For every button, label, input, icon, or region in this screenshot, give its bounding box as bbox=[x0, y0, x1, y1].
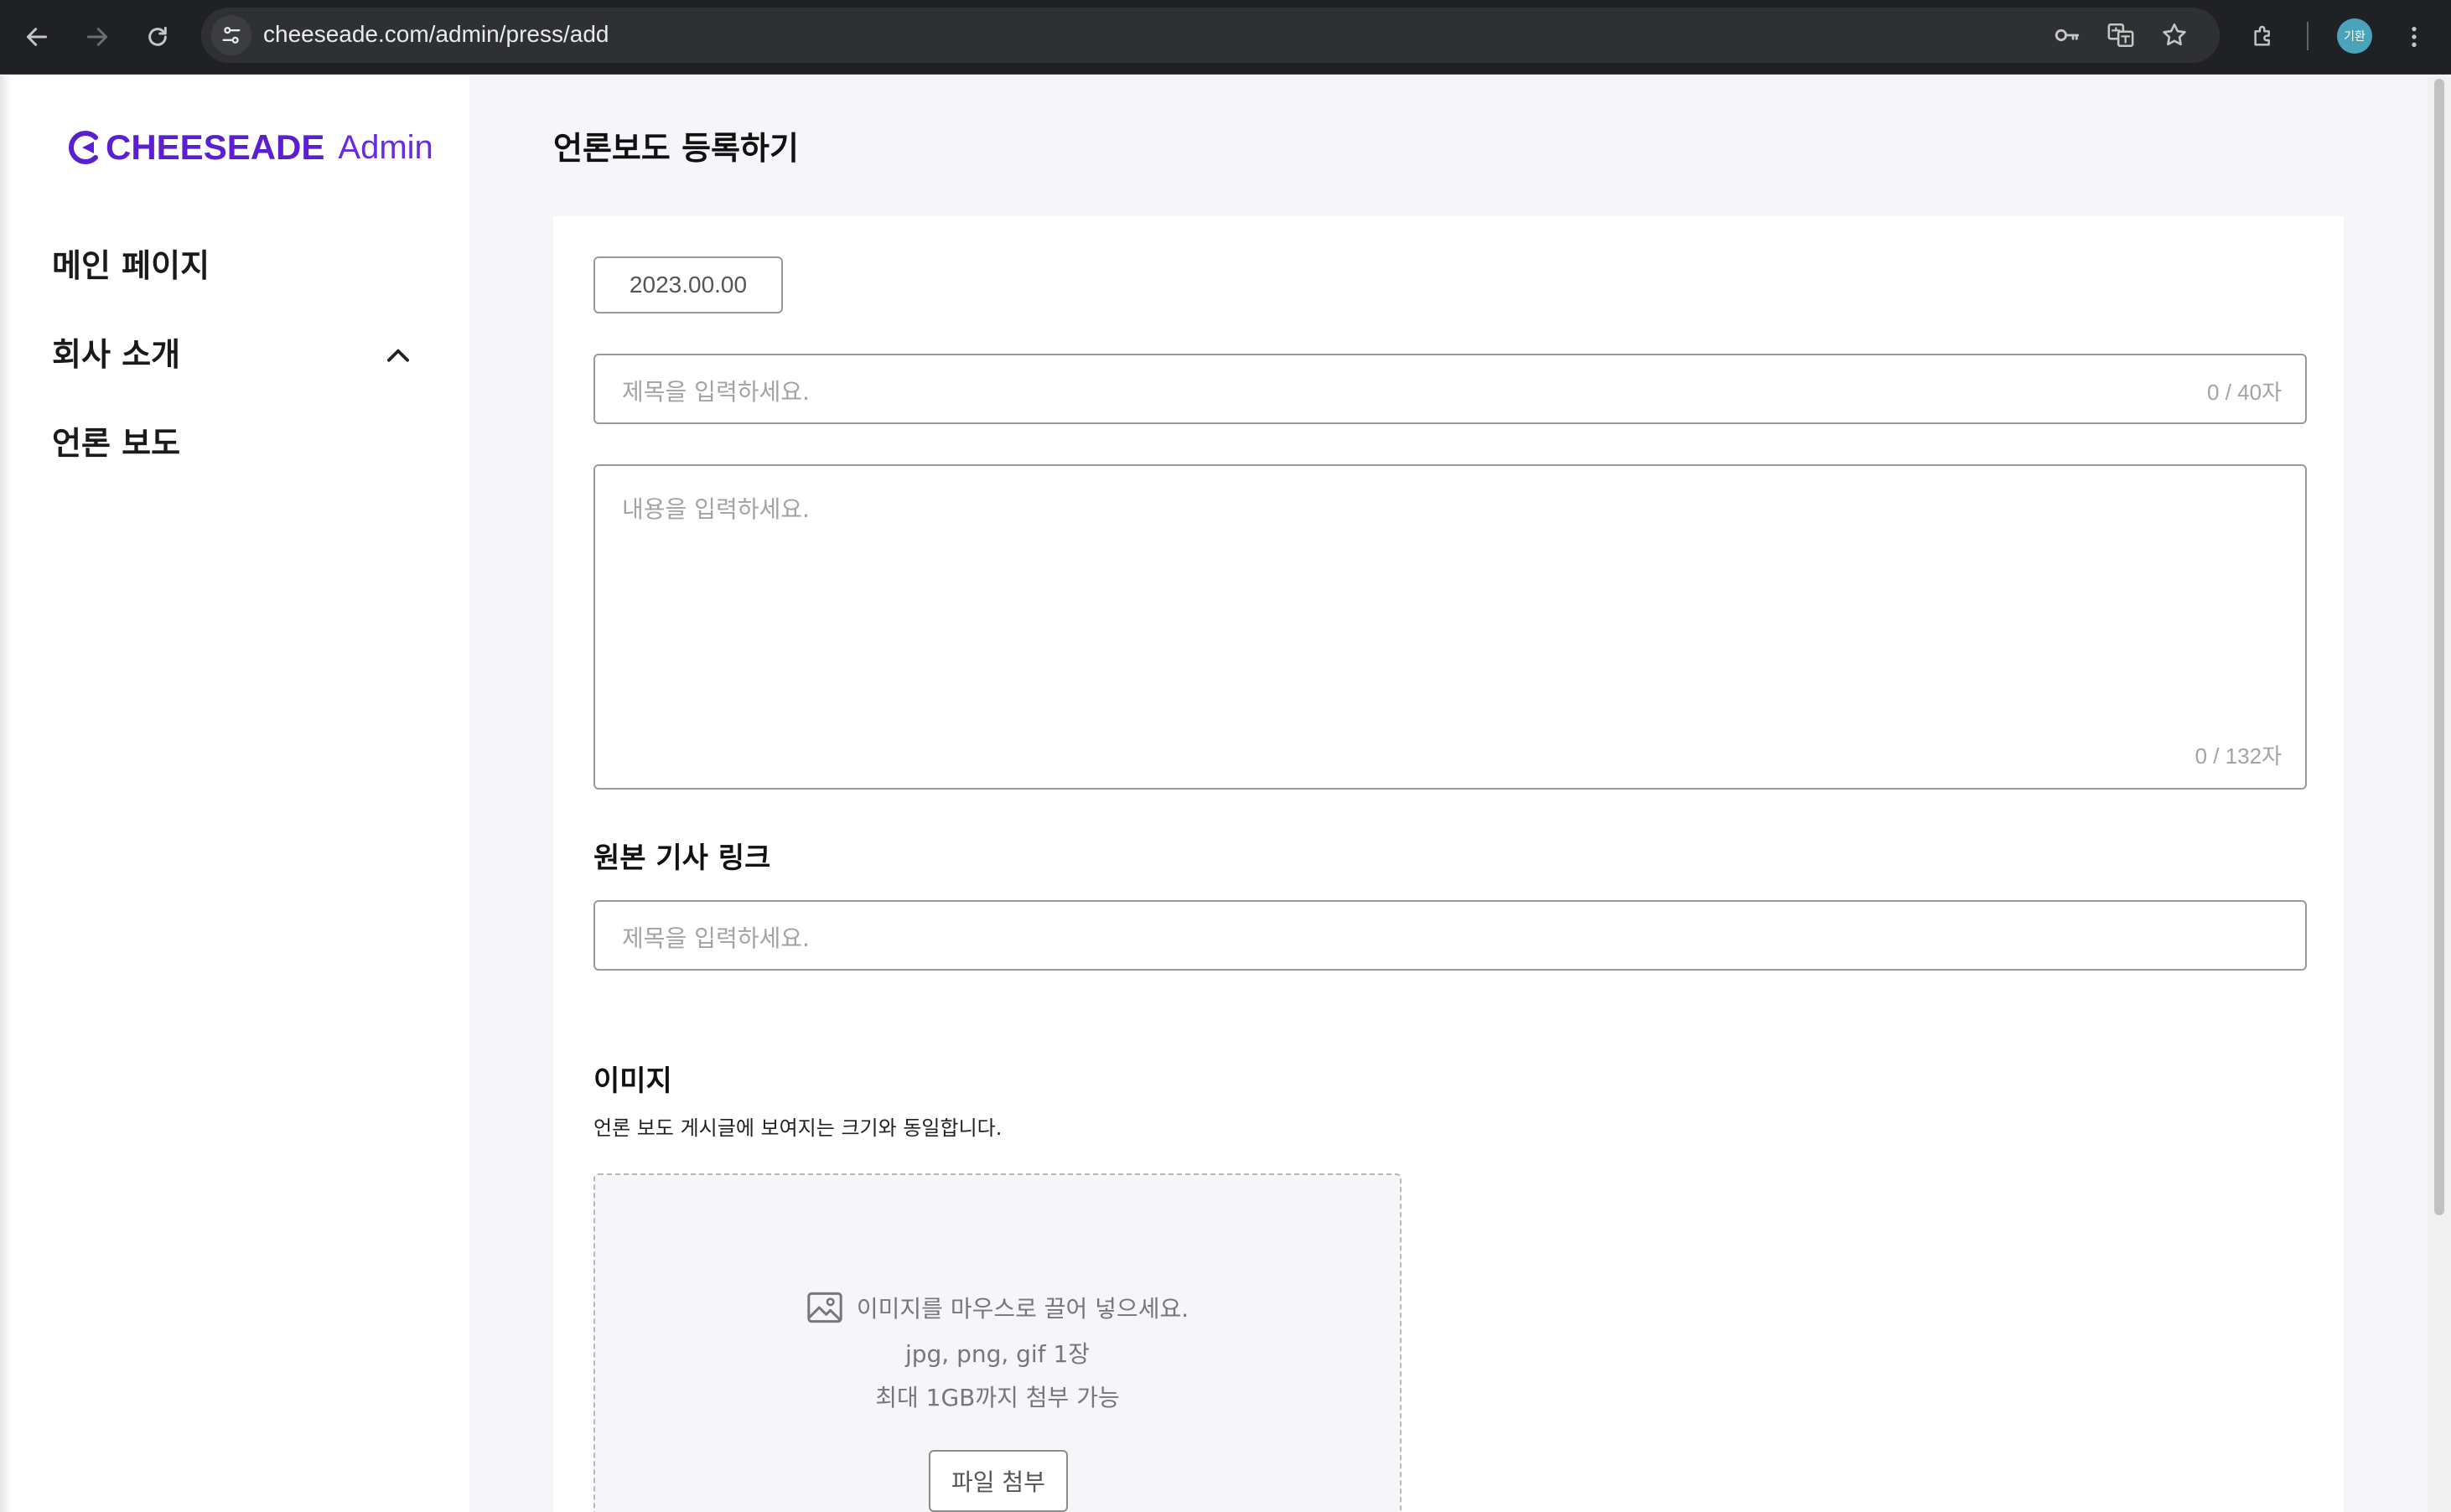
main-content: 언론보도 등록하기 2023.00.00 제목을 입력하세요. 0 / 40자 … bbox=[469, 75, 2428, 1512]
forward-icon bbox=[86, 28, 108, 46]
title-char-counter: 0 / 40자 bbox=[2207, 380, 2282, 405]
admin-sidebar: CHEESEADE Admin 메인 페이지 회사 소개 언론 보도 bbox=[0, 75, 469, 1512]
address-bar[interactable]: cheeseade.com/admin/press/add bbox=[201, 8, 2220, 63]
browser-toolbar: cheeseade.com/admin/press/add 기환 bbox=[0, 0, 2451, 75]
logo-admin-label: Admin bbox=[338, 128, 433, 166]
site-info-button[interactable] bbox=[211, 15, 251, 55]
site-info-icon bbox=[222, 27, 241, 44]
page-scrollbar[interactable] bbox=[2428, 75, 2451, 1512]
title-input[interactable]: 제목을 입력하세요. 0 / 40자 bbox=[593, 354, 2307, 424]
content-textarea[interactable]: 내용을 입력하세요. 0 / 132자 bbox=[593, 464, 2307, 790]
back-icon bbox=[26, 28, 48, 46]
cheeseade-logo-icon bbox=[68, 131, 98, 164]
press-form-card: 2023.00.00 제목을 입력하세요. 0 / 40자 내용을 입력하세요.… bbox=[553, 216, 2344, 1512]
original-link-input[interactable]: 제목을 입력하세요. bbox=[593, 900, 2307, 971]
image-dropzone[interactable]: 이미지를 마우스로 끌어 넣으세요. jpg, png, gif 1장 최대 1… bbox=[593, 1173, 1402, 1512]
sidebar-item-main-page[interactable]: 메인 페이지 bbox=[52, 240, 210, 286]
password-key-icon bbox=[2055, 28, 2080, 42]
link-placeholder: 제목을 입력하세요. bbox=[622, 924, 810, 952]
translate-icon bbox=[2107, 23, 2134, 48]
page-title: 언론보도 등록하기 bbox=[553, 130, 799, 167]
reload-icon bbox=[148, 26, 167, 46]
sidebar-item-press[interactable]: 언론 보도 bbox=[52, 417, 180, 463]
content-char-counter: 0 / 132자 bbox=[2194, 743, 2282, 769]
content-placeholder: 내용을 입력하세요. bbox=[622, 495, 810, 523]
translate-button[interactable] bbox=[2104, 18, 2138, 52]
date-field[interactable]: 2023.00.00 bbox=[593, 256, 783, 313]
link-section-label: 원본 기사 링크 bbox=[593, 841, 771, 875]
brand-logo[interactable]: CHEESEADE Admin bbox=[64, 127, 433, 168]
more-menu-button[interactable] bbox=[2394, 17, 2434, 57]
image-section-description: 언론 보도 게시글에 보여지는 크기와 동일합니다. bbox=[593, 1116, 1003, 1140]
extensions-button[interactable] bbox=[2243, 17, 2283, 57]
toolbar-divider bbox=[2307, 22, 2308, 50]
dropzone-size-limit: 최대 1GB까지 첨부 가능 bbox=[875, 1384, 1120, 1411]
image-section-label: 이미지 bbox=[593, 1064, 672, 1098]
attach-file-button[interactable]: 파일 첨부 bbox=[929, 1450, 1068, 1512]
more-menu-icon bbox=[2412, 27, 2417, 47]
extensions-icon bbox=[2254, 25, 2270, 46]
bookmark-button[interactable] bbox=[2158, 18, 2191, 52]
profile-avatar[interactable]: 기환 bbox=[2337, 18, 2372, 54]
dropzone-instruction: 이미지를 마우스로 끌어 넣으세요. bbox=[595, 1291, 1400, 1324]
password-key-button[interactable] bbox=[2050, 18, 2084, 52]
dropzone-main-text: 이미지를 마우스로 끌어 넣으세요. bbox=[856, 1295, 1189, 1323]
title-placeholder: 제목을 입력하세요. bbox=[622, 378, 810, 406]
dropzone-formats: jpg, png, gif 1장 bbox=[904, 1340, 1091, 1368]
bookmark-star-icon bbox=[2163, 23, 2186, 46]
back-button[interactable] bbox=[17, 17, 57, 57]
sidebar-item-company-intro[interactable]: 회사 소개 bbox=[52, 329, 180, 375]
logo-wordmark: CHEESEADE bbox=[106, 127, 325, 167]
image-icon bbox=[807, 1292, 842, 1323]
chevron-up-icon[interactable] bbox=[382, 340, 414, 372]
forward-button[interactable] bbox=[77, 17, 117, 57]
scrollbar-thumb[interactable] bbox=[2434, 79, 2444, 1215]
reload-button[interactable] bbox=[137, 17, 178, 57]
window-edge-shadow bbox=[0, 75, 12, 1512]
url-text[interactable]: cheeseade.com/admin/press/add bbox=[263, 21, 609, 48]
